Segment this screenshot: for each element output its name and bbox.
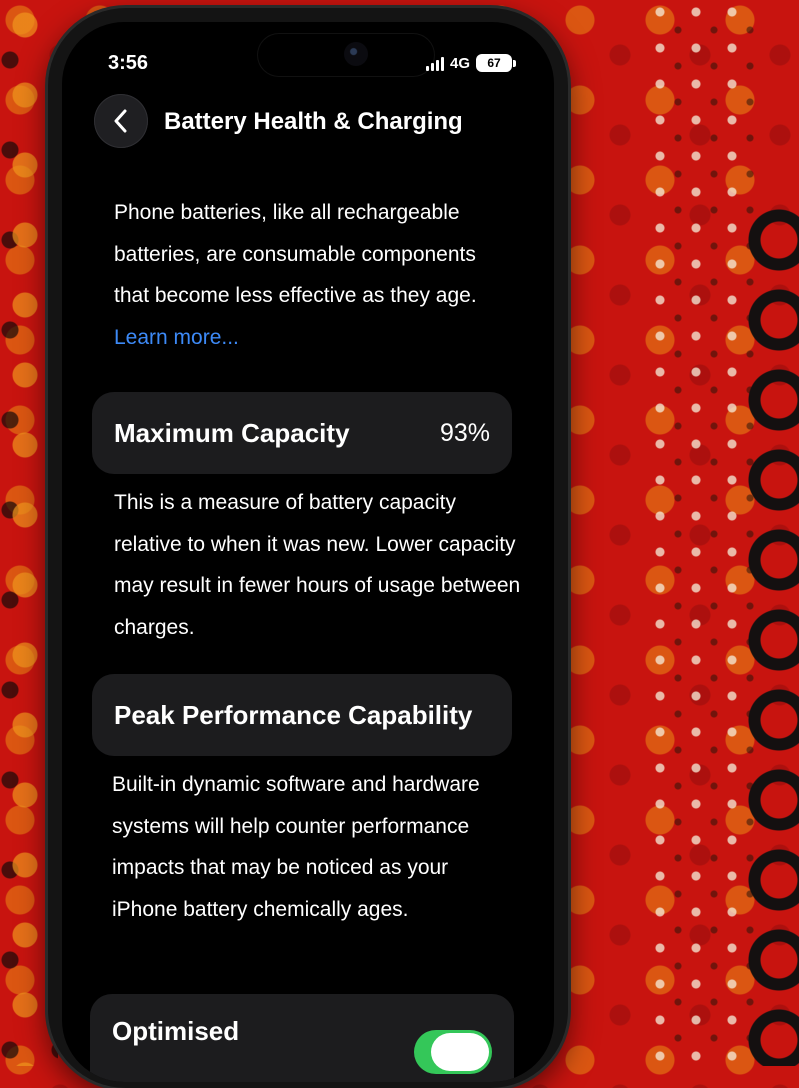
- learn-more-link[interactable]: Learn more...: [114, 326, 239, 349]
- chevron-left-icon: [114, 109, 127, 133]
- peak-performance-row: Peak Performance Capability: [92, 674, 512, 756]
- battery-level: 67: [476, 54, 513, 72]
- toggle-knob: [431, 1033, 489, 1071]
- signal-bars-icon: [426, 55, 444, 71]
- back-button[interactable]: [94, 94, 148, 148]
- maximum-capacity-row: Maximum Capacity 93%: [92, 392, 512, 474]
- peak-performance-label: Peak Performance Capability: [114, 699, 473, 730]
- status-time: 3:56: [108, 52, 149, 74]
- battery-icon: 67: [476, 54, 517, 72]
- intro-text: Phone batteries, like all rechargeable b…: [114, 201, 477, 307]
- page-title: Battery Health & Charging: [164, 108, 463, 135]
- intro-paragraph: Phone batteries, like all rechargeable b…: [114, 192, 514, 358]
- fabric-background-rings: [739, 200, 799, 1066]
- front-camera-icon: [344, 42, 368, 66]
- optimised-charging-row: Optimised: [90, 994, 514, 1082]
- battery-tip: [513, 59, 517, 67]
- status-indicators: 4G 67: [426, 54, 517, 72]
- maximum-capacity-label: Maximum Capacity: [114, 417, 350, 448]
- maximum-capacity-description: This is a measure of battery capacity re…: [114, 491, 521, 639]
- maximum-capacity-value: 93%: [439, 418, 490, 447]
- optimised-label: Optimised: [112, 1016, 240, 1046]
- network-type: 4G: [450, 54, 471, 72]
- optimised-toggle[interactable]: [414, 1030, 492, 1074]
- peak-performance-description: Built-in dynamic software and hardware s…: [112, 773, 480, 921]
- phone-screen: 3:56 4G 67 Battery Health & Charging Pho…: [62, 22, 554, 1082]
